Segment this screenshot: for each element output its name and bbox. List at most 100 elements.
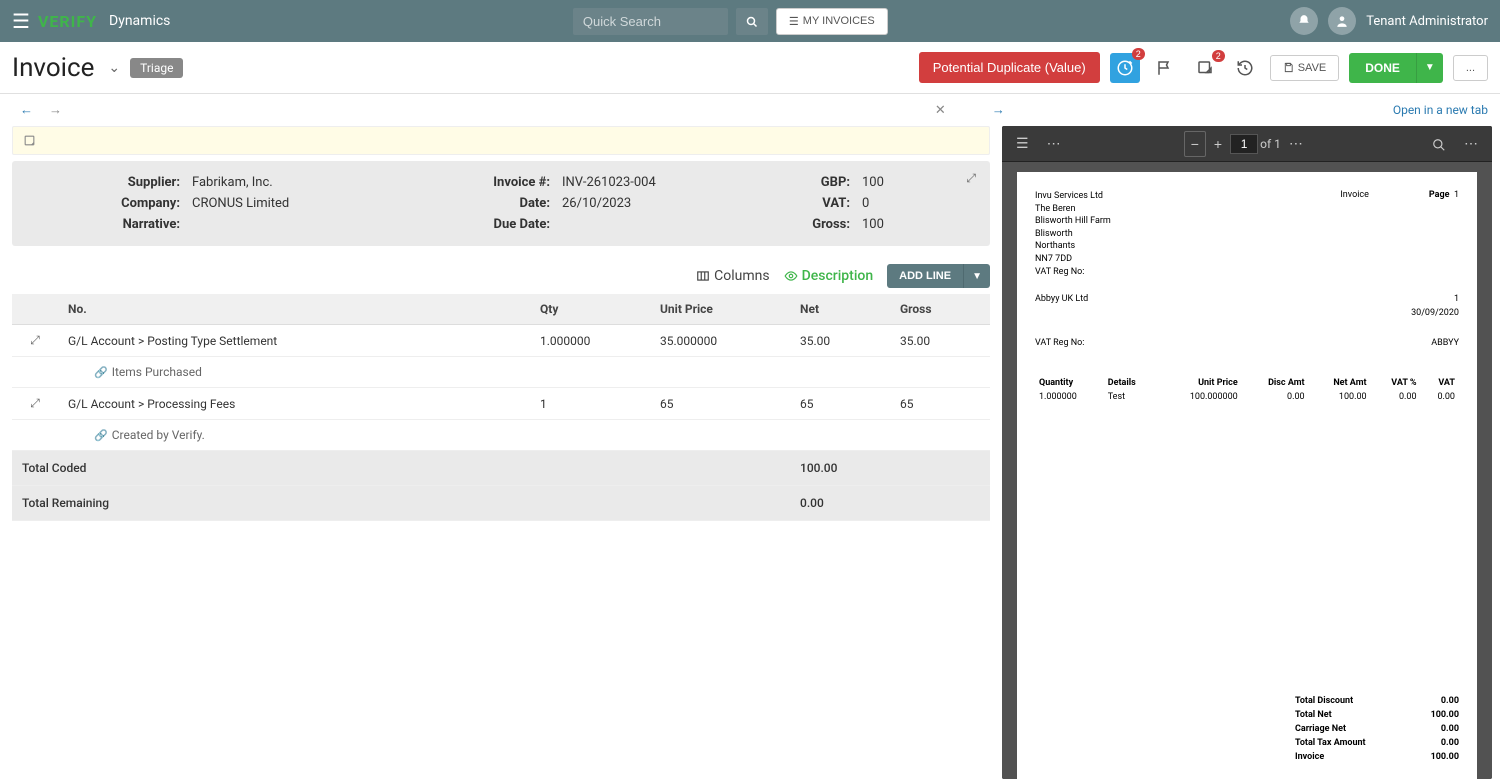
th-no: No. xyxy=(58,294,530,325)
pdf-bill-to: Abbyy UK Ltd xyxy=(1035,294,1088,304)
currency-value: 100 xyxy=(862,175,962,190)
note-icon xyxy=(23,133,36,148)
row-gross: 65 xyxy=(890,388,990,420)
gross-label: Gross: xyxy=(762,217,862,232)
status-badge: Triage xyxy=(130,58,183,78)
vat-value: 0 xyxy=(862,196,962,211)
my-invoices-button[interactable]: ☰ MY INVOICES xyxy=(776,8,888,35)
top-navbar: ☰ VERIFY Dynamics ☰ MY INVOICES Tenant A… xyxy=(0,0,1500,42)
pdf-from-address: Invu Services Ltd The Beren Blisworth Hi… xyxy=(1035,190,1111,278)
supplier-label: Supplier: xyxy=(32,175,192,190)
columns-button[interactable]: Columns xyxy=(696,268,769,284)
notification-avatar[interactable] xyxy=(1290,7,1318,35)
expand-icon[interactable]: ⤢ xyxy=(966,171,976,186)
pdf-inv-num: 1 xyxy=(1454,294,1459,304)
total-coded-value: 100.00 xyxy=(790,451,890,486)
eye-icon xyxy=(784,268,798,284)
vat-label: VAT: xyxy=(762,196,862,211)
brand-label: Dynamics xyxy=(109,13,170,29)
history-button[interactable] xyxy=(1230,55,1260,81)
open-new-tab-link[interactable]: Open in a new tab xyxy=(1393,103,1488,117)
line-toolbar: Columns Description ADD LINE ▼ xyxy=(12,264,990,288)
total-remaining-row: Total Remaining 0.00 xyxy=(12,486,990,521)
company-value: CRONUS Limited xyxy=(192,196,442,211)
expand-row-icon[interactable]: ⤢ xyxy=(12,388,58,420)
row-net: 65 xyxy=(790,388,890,420)
date-value: 26/10/2023 xyxy=(562,196,762,211)
subnav-bar: ← → ✕ → Open in a new tab xyxy=(0,94,1500,126)
save-button[interactable]: SAVE xyxy=(1270,55,1340,81)
close-icon[interactable]: ✕ xyxy=(927,101,954,120)
search-input[interactable] xyxy=(573,8,728,35)
pdf-sidebar-icon[interactable]: ☰ xyxy=(1010,131,1035,156)
pdf-viewer-pane: ☰ ⋯ − + of 1 ⋯ ⋯ Invu Services Ltd The B… xyxy=(1002,126,1492,779)
link-icon: 🔗 xyxy=(94,429,108,442)
pdf-search-icon[interactable] xyxy=(1426,131,1452,155)
nav-forward-icon[interactable]: → xyxy=(41,100,70,120)
columns-label: Columns xyxy=(714,268,769,284)
due-date-label: Due Date: xyxy=(442,217,562,232)
note-bar[interactable] xyxy=(12,126,990,155)
chevron-down-icon[interactable]: ⌄ xyxy=(108,60,120,76)
save-label: SAVE xyxy=(1298,62,1327,74)
note-button[interactable]: 2 xyxy=(1190,55,1220,81)
invoice-no-value: INV-261023-004 xyxy=(562,175,762,190)
duplicate-warning-button[interactable]: Potential Duplicate (Value) xyxy=(919,52,1100,83)
company-label: Company: xyxy=(32,196,192,211)
pdf-document: Invu Services Ltd The Beren Blisworth Hi… xyxy=(1017,172,1477,779)
row-qty: 1.000000 xyxy=(530,325,650,357)
pdf-page-input[interactable] xyxy=(1230,134,1258,154)
user-avatar[interactable] xyxy=(1328,7,1356,35)
total-coded-label: Total Coded xyxy=(12,451,790,486)
pdf-more-left-icon[interactable]: ⋯ xyxy=(1041,131,1067,156)
invoice-summary-panel: ⤢ Supplier: Fabrikam, Inc. Invoice #: IN… xyxy=(12,161,990,246)
done-button[interactable]: DONE xyxy=(1349,53,1416,83)
th-unit-price: Unit Price xyxy=(650,294,790,325)
pdf-page-total: of 1 xyxy=(1260,137,1281,151)
description-toggle[interactable]: Description xyxy=(784,268,874,284)
page-header: Invoice ⌄ Triage Potential Duplicate (Va… xyxy=(0,42,1500,94)
page-title: Invoice xyxy=(12,53,94,83)
pdf-toolbar: ☰ ⋯ − + of 1 ⋯ ⋯ xyxy=(1002,126,1492,162)
invoice-no-label: Invoice #: xyxy=(442,175,562,190)
row-unit-price: 65 xyxy=(650,388,790,420)
add-line-dropdown[interactable]: ▼ xyxy=(963,264,990,288)
supplier-value: Fabrikam, Inc. xyxy=(192,175,442,190)
pdf-more-right-icon[interactable]: ⋯ xyxy=(1458,131,1484,156)
done-dropdown-button[interactable]: ▼ xyxy=(1416,53,1443,83)
row-gross: 35.00 xyxy=(890,325,990,357)
th-qty: Qty xyxy=(530,294,650,325)
clock-badge: 2 xyxy=(1132,48,1145,60)
nav-forward-right-icon[interactable]: → xyxy=(984,100,1013,120)
nav-back-icon[interactable]: ← xyxy=(12,100,41,120)
pdf-zoom-out-icon[interactable]: − xyxy=(1184,131,1206,157)
pdf-page-more-icon[interactable]: ⋯ xyxy=(1283,131,1309,156)
add-line-button[interactable]: ADD LINE xyxy=(887,264,963,288)
row-unit-price: 35.000000 xyxy=(650,325,790,357)
clock-action-button[interactable]: 2 xyxy=(1110,53,1140,83)
expand-row-icon[interactable]: ⤢ xyxy=(12,325,58,357)
search-button[interactable] xyxy=(736,8,768,35)
list-icon: ☰ xyxy=(789,15,799,28)
row-qty: 1 xyxy=(530,388,650,420)
th-net: Net xyxy=(790,294,890,325)
pdf-page-area[interactable]: Invu Services Ltd The Beren Blisworth Hi… xyxy=(1002,162,1492,779)
link-icon: 🔗 xyxy=(94,366,108,379)
user-name-label: Tenant Administrator xyxy=(1366,14,1488,29)
total-remaining-value: 0.00 xyxy=(790,486,890,521)
table-row[interactable]: ⤢ G/L Account > Processing Fees 1 65 65 … xyxy=(12,388,990,420)
row-no: G/L Account > Processing Fees xyxy=(58,388,530,420)
pdf-totals: Total Discount0.00 Total Net100.00 Carri… xyxy=(1035,694,1459,764)
table-row[interactable]: ⤢ G/L Account > Posting Type Settlement … xyxy=(12,325,990,357)
pdf-zoom-in-icon[interactable]: + xyxy=(1208,132,1228,156)
flag-button[interactable] xyxy=(1150,55,1180,81)
left-pane: ⤢ Supplier: Fabrikam, Inc. Invoice #: IN… xyxy=(0,126,1002,779)
table-desc-row: 🔗Created by Verify. xyxy=(12,420,990,451)
more-button[interactable]: ... xyxy=(1453,55,1488,81)
menu-icon[interactable]: ☰ xyxy=(12,9,30,33)
total-coded-row: Total Coded 100.00 xyxy=(12,451,990,486)
note-badge: 2 xyxy=(1212,50,1225,62)
narrative-label: Narrative: xyxy=(32,217,192,232)
table-desc-row: 🔗Items Purchased xyxy=(12,357,990,388)
columns-icon xyxy=(696,268,710,284)
